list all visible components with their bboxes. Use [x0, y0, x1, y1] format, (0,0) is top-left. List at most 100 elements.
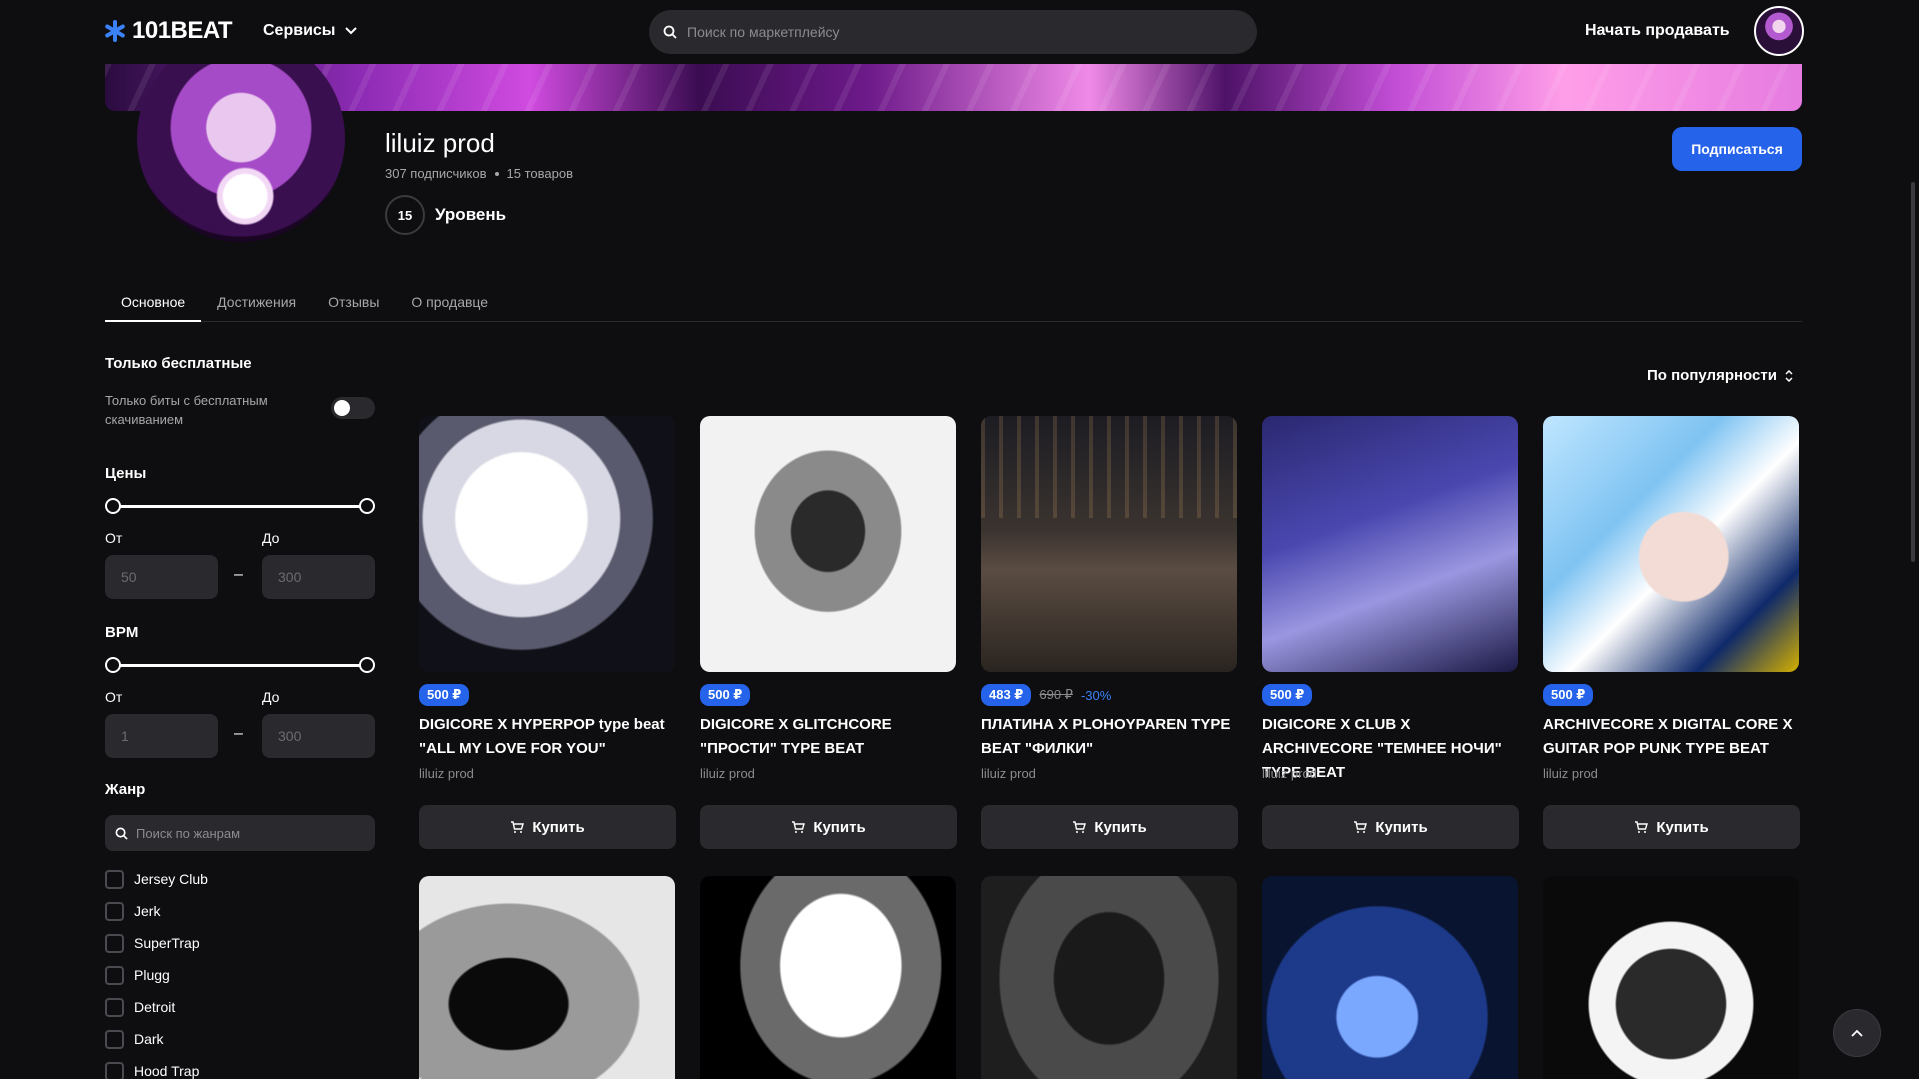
- genre-option[interactable]: Jersey Club: [105, 863, 208, 895]
- checkbox[interactable]: [105, 901, 124, 921]
- product-title[interactable]: DIGICORE X HYPERPOP type beat "ALL MY LO…: [419, 713, 677, 761]
- logo-text: 101BEAT: [132, 17, 233, 44]
- product-card[interactable]: 500 ₽ DIGICORE X GLITCHCORE "ПРОСТИ" TYP…: [700, 416, 958, 849]
- tab-about-seller[interactable]: О продавце: [395, 284, 504, 322]
- checkbox[interactable]: [105, 1029, 124, 1049]
- price-slider-max-handle[interactable]: [359, 498, 375, 514]
- buy-button[interactable]: Купить: [419, 805, 676, 849]
- buy-label: Купить: [813, 818, 866, 836]
- genre-option[interactable]: Detroit: [105, 991, 208, 1023]
- product-author[interactable]: liluiz prod: [1262, 766, 1317, 781]
- bpm-slider-min-handle[interactable]: [105, 657, 121, 673]
- genre-search[interactable]: [105, 815, 375, 851]
- genre-option[interactable]: Hood Trap: [105, 1055, 208, 1079]
- buy-button[interactable]: Купить: [1262, 805, 1519, 849]
- product-author[interactable]: liluiz prod: [700, 766, 755, 781]
- checkbox[interactable]: [105, 965, 124, 985]
- product-card[interactable]: [419, 876, 675, 1079]
- tab-main[interactable]: Основное: [105, 284, 202, 322]
- price-slider-min-handle[interactable]: [105, 498, 121, 514]
- product-cover[interactable]: [1262, 876, 1518, 1079]
- checkbox[interactable]: [105, 933, 124, 953]
- genre-label: Jerk: [134, 903, 161, 919]
- price-from-input[interactable]: [105, 555, 218, 599]
- buy-button[interactable]: Купить: [1543, 805, 1800, 849]
- product-cover[interactable]: [700, 416, 956, 672]
- page-scrollbar[interactable]: [1911, 182, 1915, 562]
- services-menu[interactable]: Сервисы: [263, 22, 358, 40]
- price-slider-track[interactable]: [105, 498, 375, 514]
- price-badge: 500 ₽: [1262, 684, 1313, 706]
- product-card[interactable]: 483 ₽ 690 ₽ -30% ПЛАТИНА X PLOHOYPAREN T…: [981, 416, 1239, 849]
- product-cover[interactable]: [1543, 416, 1799, 672]
- tab-reviews[interactable]: Отзывы: [312, 284, 395, 322]
- products-count: 15 товаров: [506, 166, 573, 181]
- cart-icon: [792, 821, 806, 833]
- level-label: Уровень: [435, 205, 507, 224]
- genre-search-input[interactable]: [136, 825, 356, 841]
- tab-achievements[interactable]: Достижения: [201, 284, 312, 322]
- price-filter: Цены От До –: [105, 465, 375, 599]
- price-badge: 483 ₽: [981, 684, 1032, 706]
- product-author[interactable]: liluiz prod: [981, 766, 1036, 781]
- checkbox[interactable]: [105, 1061, 124, 1079]
- product-cover[interactable]: [419, 876, 675, 1079]
- product-cover[interactable]: [981, 876, 1237, 1079]
- bpm-to-input[interactable]: [262, 714, 375, 758]
- genre-option[interactable]: Jerk: [105, 895, 208, 927]
- product-card[interactable]: 500 ₽ DIGICORE X HYPERPOP type beat "ALL…: [419, 416, 677, 849]
- scroll-to-top-button[interactable]: [1833, 1009, 1881, 1057]
- buy-label: Купить: [532, 818, 585, 836]
- genre-option[interactable]: SuperTrap: [105, 927, 208, 959]
- price-row: 483 ₽ 690 ₽ -30%: [981, 684, 1111, 706]
- product-card[interactable]: [1262, 876, 1518, 1079]
- genre-label: SuperTrap: [134, 935, 200, 951]
- product-cover[interactable]: [1543, 876, 1799, 1079]
- sort-dropdown[interactable]: По популярности: [1647, 367, 1793, 384]
- search-icon: [663, 25, 677, 39]
- product-title[interactable]: ПЛАТИНА X PLOHOYPAREN TYPE BEAT "ФИЛКИ": [981, 713, 1239, 761]
- checkbox[interactable]: [105, 997, 124, 1017]
- checkbox[interactable]: [105, 869, 124, 889]
- genre-option[interactable]: Plugg: [105, 959, 208, 991]
- filters-sidebar: Только бесплатные Только биты с бесплатн…: [105, 355, 375, 1079]
- product-cover[interactable]: [419, 416, 675, 672]
- chevron-down-icon: [345, 27, 358, 35]
- user-avatar[interactable]: [1754, 6, 1804, 56]
- product-cover[interactable]: [700, 876, 956, 1079]
- product-cover[interactable]: [1262, 416, 1518, 672]
- price-filter-title: Цены: [105, 465, 147, 482]
- buy-button[interactable]: Купить: [981, 805, 1238, 849]
- separator-dot: [494, 171, 499, 176]
- product-grid: 500 ₽ DIGICORE X HYPERPOP type beat "ALL…: [419, 416, 1802, 1079]
- product-card[interactable]: 500 ₽ DIGICORE X CLUB X ARCHIVECORE "ТЕМ…: [1262, 416, 1519, 849]
- profile-banner: [105, 64, 1802, 111]
- marketplace-search[interactable]: [649, 10, 1257, 54]
- free-filter-title: Только бесплатные: [105, 355, 252, 372]
- bpm-filter: BPM От До –: [105, 624, 375, 758]
- product-author[interactable]: liluiz prod: [419, 766, 474, 781]
- bpm-from-input[interactable]: [105, 714, 218, 758]
- free-only-toggle[interactable]: [331, 397, 375, 419]
- buy-label: Купить: [1375, 818, 1428, 836]
- subscribe-button[interactable]: Подписаться: [1672, 127, 1802, 171]
- genre-option[interactable]: Dark: [105, 1023, 208, 1055]
- product-card[interactable]: [700, 876, 956, 1079]
- product-card[interactable]: [1543, 876, 1799, 1079]
- product-card[interactable]: 500 ₽ ARCHIVECORE X DIGITAL CORE X GUITA…: [1543, 416, 1801, 849]
- bpm-slider-max-handle[interactable]: [359, 657, 375, 673]
- bpm-slider-track[interactable]: [105, 657, 375, 673]
- product-author[interactable]: liluiz prod: [1543, 766, 1598, 781]
- logo[interactable]: 101BEAT: [104, 17, 233, 45]
- price-to-input[interactable]: [262, 555, 375, 599]
- top-bar: 101BEAT Сервисы Начать продавать: [0, 0, 1919, 64]
- marketplace-search-input[interactable]: [687, 24, 1227, 40]
- product-title[interactable]: DIGICORE X GLITCHCORE "ПРОСТИ" TYPE BEAT: [700, 713, 958, 761]
- buy-button[interactable]: Купить: [700, 805, 957, 849]
- cart-icon: [1635, 821, 1649, 833]
- product-title[interactable]: ARCHIVECORE X DIGITAL CORE X GUITAR POP …: [1543, 713, 1801, 761]
- start-selling-link[interactable]: Начать продавать: [1585, 22, 1730, 40]
- product-card[interactable]: [981, 876, 1237, 1079]
- cart-icon: [1354, 821, 1368, 833]
- product-cover[interactable]: [981, 416, 1237, 672]
